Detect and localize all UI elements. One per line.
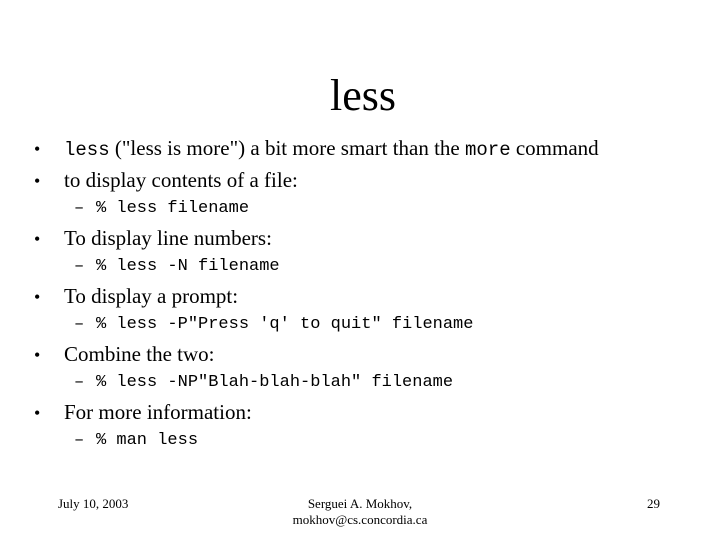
sub-item: –% less -NP"Blah-blah-blah" filename bbox=[74, 373, 453, 393]
command-example: % less -P"Press 'q' to quit" filename bbox=[96, 315, 474, 334]
bullet-icon: • bbox=[34, 171, 41, 191]
footer-date: July 10, 2003 bbox=[58, 496, 129, 511]
bullet-item: • Combine the two: bbox=[34, 342, 215, 367]
bullet-text: For more information: bbox=[64, 400, 252, 424]
bullet-icon: • bbox=[34, 403, 41, 423]
bullet-text: To display a prompt: bbox=[64, 284, 239, 308]
slide-title: less bbox=[330, 71, 396, 120]
dash-icon: – bbox=[74, 373, 85, 392]
command-example: % less filename bbox=[96, 199, 250, 218]
bullet-item: • For more information: bbox=[34, 400, 252, 425]
dash-icon: – bbox=[74, 257, 85, 276]
footer-author-block: Serguei A. Mokhov, mokhov@cs.concordia.c… bbox=[220, 496, 500, 528]
sub-item: –% man less bbox=[74, 431, 198, 451]
bullet-icon: • bbox=[34, 345, 41, 365]
bullet-icon: • bbox=[34, 139, 41, 159]
sub-item: –% less -P"Press 'q' to quit" filename bbox=[74, 315, 473, 335]
bullet-text: to display contents of a file: bbox=[64, 168, 298, 192]
command-example: % man less bbox=[96, 431, 199, 450]
bullet-icon: • bbox=[34, 229, 41, 249]
command-less: less bbox=[64, 139, 110, 161]
bullet-item: • To display a prompt: bbox=[34, 284, 238, 309]
bullet-item: • To display line numbers: bbox=[34, 226, 272, 251]
bullet-item: • to display contents of a file: bbox=[34, 168, 298, 193]
dash-icon: – bbox=[74, 315, 85, 334]
bullet-icon: • bbox=[34, 287, 41, 307]
bullet-text: To display line numbers: bbox=[64, 226, 272, 250]
page-number: 29 bbox=[647, 496, 660, 511]
command-more: more bbox=[465, 139, 511, 161]
dash-icon: – bbox=[74, 199, 85, 218]
sub-item: –% less -N filename bbox=[74, 257, 280, 277]
bullet-text: Combine the two: bbox=[64, 342, 215, 366]
command-example: % less -N filename bbox=[96, 257, 280, 276]
command-example: % less -NP"Blah-blah-blah" filename bbox=[96, 373, 454, 392]
dash-icon: – bbox=[74, 431, 85, 450]
sub-item: –% less filename bbox=[74, 199, 249, 219]
bullet-text: command bbox=[510, 136, 599, 160]
bullet-item: • less ("less is more") a bit more smart … bbox=[34, 136, 599, 162]
bullet-text: ("less is more") a bit more smart than t… bbox=[109, 136, 465, 160]
footer-author: Serguei A. Mokhov, bbox=[307, 496, 413, 511]
footer-email: mokhov@cs.concordia.ca bbox=[292, 512, 428, 527]
